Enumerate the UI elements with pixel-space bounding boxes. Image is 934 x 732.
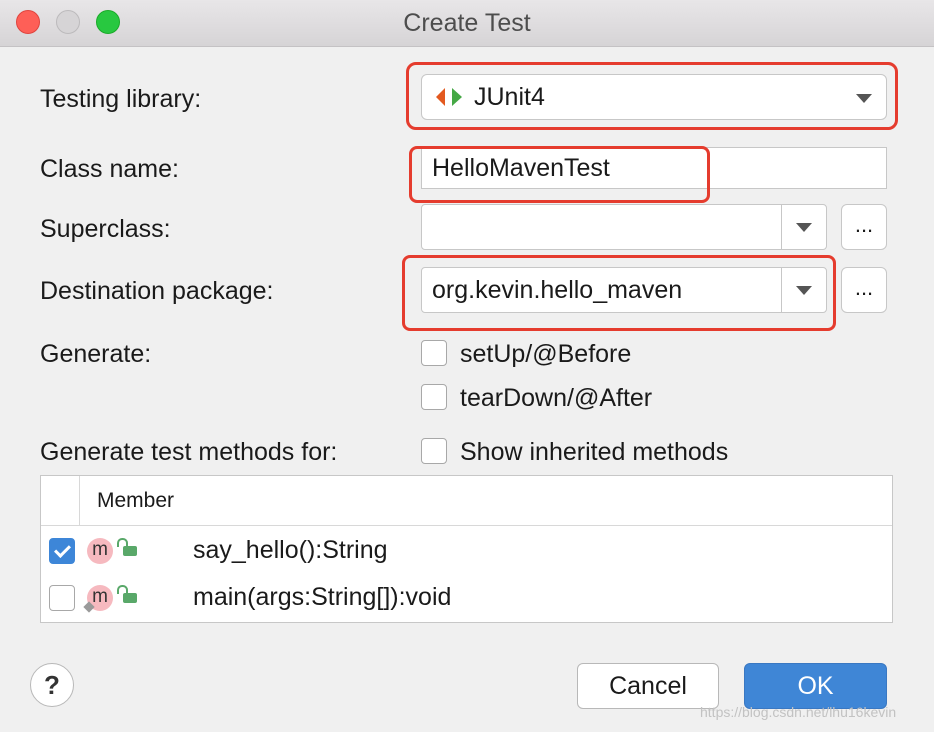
row-checkbox[interactable] <box>49 585 75 611</box>
show-inherited-label[interactable]: Show inherited methods <box>460 438 728 467</box>
generate-methods-label: Generate test methods for: <box>40 438 338 466</box>
member-column-header[interactable]: Member <box>97 489 174 513</box>
lock-open-icon <box>117 538 137 556</box>
destination-browse-button[interactable]: ... <box>841 267 887 313</box>
member-name: say_hello():String <box>193 536 388 564</box>
help-button[interactable]: ? <box>30 663 74 707</box>
row-checkbox[interactable] <box>49 538 75 564</box>
destination-package-label: Destination package: <box>40 277 274 305</box>
lock-open-icon <box>117 585 137 603</box>
teardown-label[interactable]: tearDown/@After <box>460 384 652 413</box>
teardown-checkbox[interactable] <box>421 384 447 410</box>
table-row[interactable]: m main(args:String[]):void <box>41 573 892 619</box>
superclass-label: Superclass: <box>40 215 171 243</box>
member-name: main(args:String[]):void <box>193 583 452 611</box>
members-table: Member m say_hello():String m main(args:… <box>40 475 893 623</box>
superclass-combo[interactable] <box>421 204 827 250</box>
cancel-button[interactable]: Cancel <box>577 663 719 709</box>
testing-library-label: Testing library: <box>40 85 202 113</box>
superclass-browse-button[interactable]: ... <box>841 204 887 250</box>
title-bar: Create Test <box>0 0 934 47</box>
generate-label: Generate: <box>40 340 152 368</box>
window-title: Create Test <box>403 9 531 37</box>
ok-button[interactable]: OK <box>744 663 887 709</box>
table-row[interactable]: m say_hello():String <box>41 526 892 572</box>
create-test-dialog: Testing library: JUnit4 Class name: Hell… <box>0 47 934 732</box>
superclass-dropdown-button[interactable] <box>781 205 826 249</box>
column-divider <box>79 476 80 525</box>
setup-checkbox[interactable] <box>421 340 447 366</box>
watermark-text: https://blog.csdn.net/lhu16kevin <box>700 704 897 720</box>
chevron-down-icon <box>796 222 812 232</box>
highlight-box <box>406 62 898 130</box>
highlight-box <box>402 255 836 331</box>
setup-label[interactable]: setUp/@Before <box>460 340 631 369</box>
class-name-label: Class name: <box>40 155 179 183</box>
method-icon: m <box>87 538 113 564</box>
table-header: Member <box>41 476 892 526</box>
highlight-box <box>409 146 710 203</box>
show-inherited-checkbox[interactable] <box>421 438 447 464</box>
